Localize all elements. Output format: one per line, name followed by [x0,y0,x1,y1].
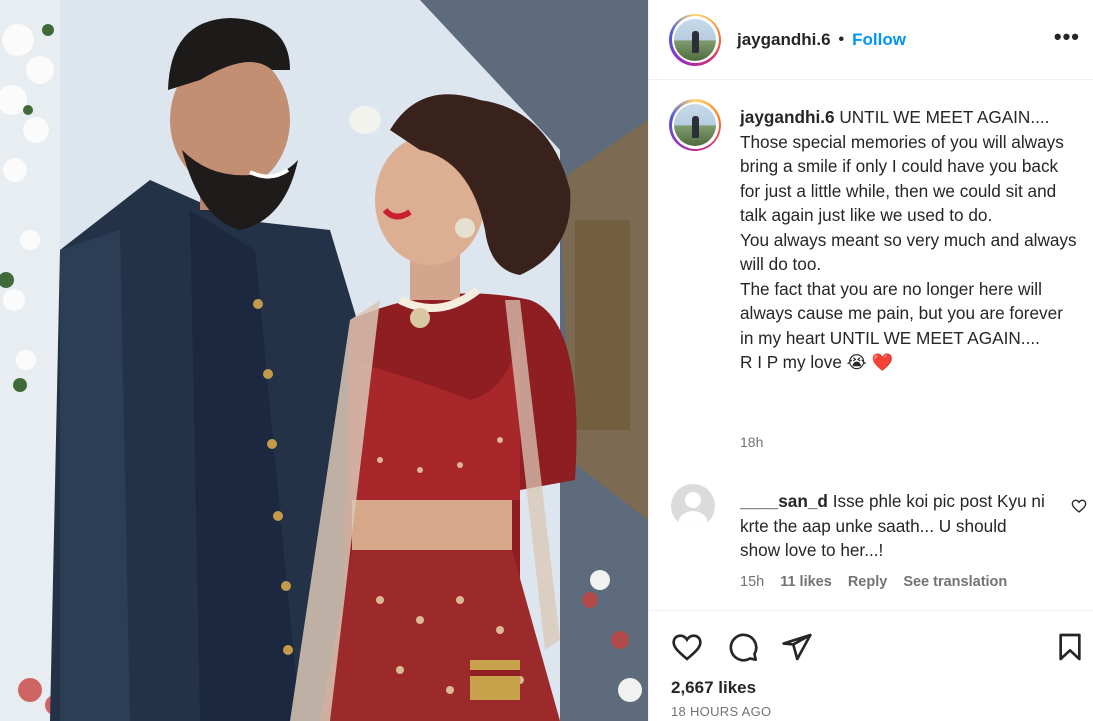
heart-icon[interactable] [671,631,703,663]
post-actions: 2,667 likes 18 HOURS AGO [649,610,1093,721]
author-avatar-image [674,18,716,61]
post-photo[interactable] [0,0,648,721]
post-details-panel: jaygandhi.6 • Follow ••• jaygandhi.6 UNT… [648,0,1093,721]
caption-author-avatar-image [674,104,716,146]
caption-body: UNTIL WE MEET AGAIN.... Those special me… [740,107,1077,372]
commenter-username[interactable]: ____san_d [740,491,828,511]
caption-author-avatar[interactable] [669,99,721,151]
reply-button[interactable]: Reply [848,574,888,590]
caption-timestamp[interactable]: 18h [740,434,763,450]
see-translation-button[interactable]: See translation [903,574,1007,590]
likes-count[interactable]: 2,667 likes [671,678,756,698]
comment-bubble-icon[interactable] [727,631,759,663]
header-separator: • [838,30,845,48]
comment-meta: 15h 11 likes Reply See translation [740,574,1007,590]
caption-username[interactable]: jaygandhi.6 [740,107,835,127]
comment-text: ____san_d Isse phle koi pic post Kyu ni … [740,489,1050,563]
comment-timestamp[interactable]: 15h [740,574,764,590]
post-photo-illustration [0,0,648,721]
author-username[interactable]: jaygandhi.6 [737,30,831,50]
more-options-icon[interactable]: ••• [1054,26,1080,48]
post-header: jaygandhi.6 • Follow ••• [649,0,1093,80]
paper-plane-icon[interactable] [781,631,813,663]
small-heart-icon[interactable] [1071,498,1087,514]
author-avatar[interactable] [669,13,721,66]
caption-text: jaygandhi.6 UNTIL WE MEET AGAIN.... Thos… [740,105,1080,375]
post-time-ago[interactable]: 18 HOURS AGO [671,704,771,719]
commenter-avatar[interactable] [671,484,715,528]
bookmark-icon[interactable] [1054,631,1086,663]
follow-button[interactable]: Follow [852,30,906,50]
comment-likes[interactable]: 11 likes [780,574,832,590]
